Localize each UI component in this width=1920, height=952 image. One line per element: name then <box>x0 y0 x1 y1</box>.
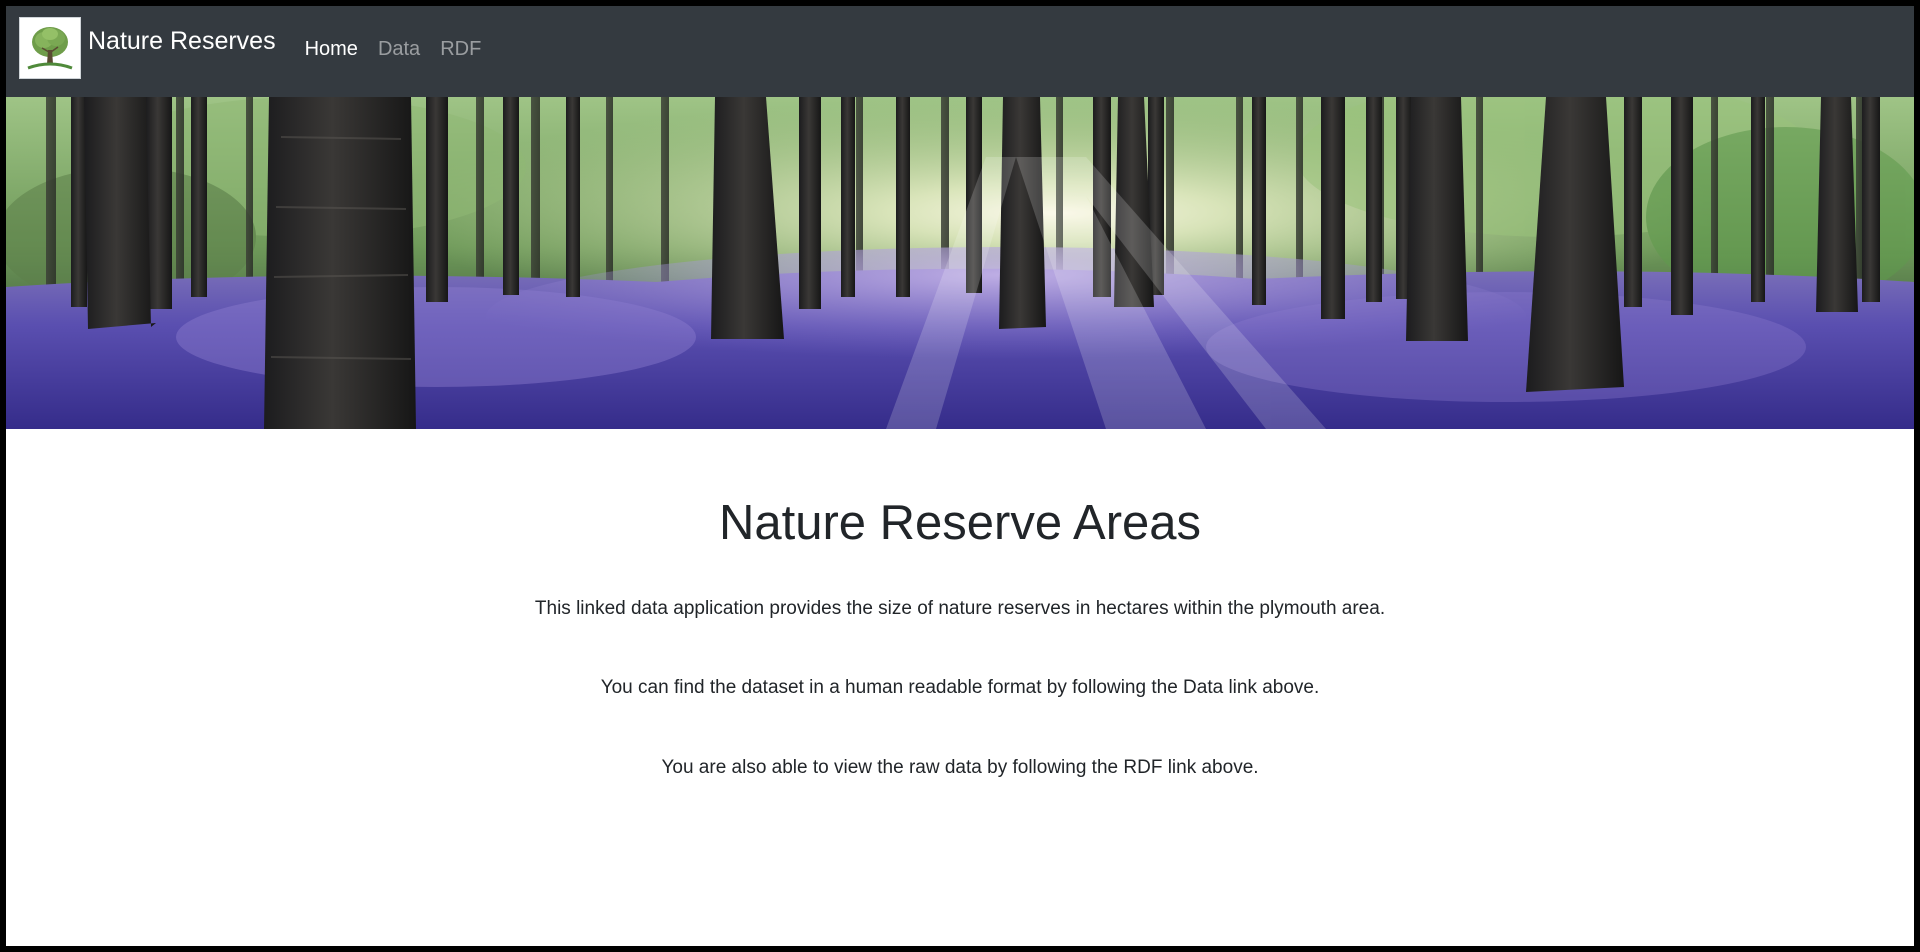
brand-link[interactable]: Nature Reserves <box>19 17 276 79</box>
data-link-paragraph: You can find the dataset in a human read… <box>600 677 1320 699</box>
browser-viewport: Nature Reserves Home Data RDF Nature Res… <box>0 0 1920 952</box>
nav-links: Home Data RDF <box>305 38 502 61</box>
nav-link-data[interactable]: Data <box>378 38 420 61</box>
intro-paragraph: This linked data application provides th… <box>534 597 1386 619</box>
rdf-link-paragraph: You are also able to view the raw data b… <box>661 757 1259 779</box>
top-navbar: Nature Reserves Home Data RDF <box>6 6 1914 97</box>
nav-link-home[interactable]: Home <box>305 38 358 61</box>
main-content: Nature Reserve Areas This linked data ap… <box>6 429 1914 781</box>
page-title: Nature Reserve Areas <box>718 496 1202 550</box>
brand-title: Nature Reserves <box>88 27 276 55</box>
tree-logo-icon <box>19 17 81 79</box>
nav-link-rdf[interactable]: RDF <box>440 38 481 61</box>
hero-banner-image <box>6 97 1914 429</box>
